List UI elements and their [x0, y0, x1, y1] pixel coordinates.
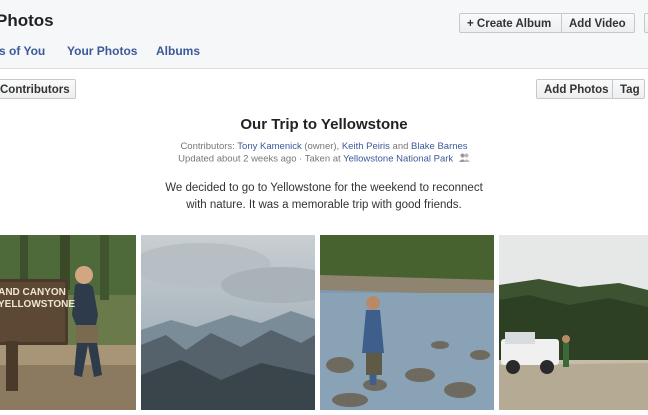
- more-button[interactable]: [644, 13, 648, 33]
- contributor-link[interactable]: Blake Barnes: [411, 141, 468, 152]
- add-photos-button[interactable]: Add Photos: [536, 79, 613, 99]
- create-album-button[interactable]: + Create Album: [459, 13, 562, 33]
- album-photo[interactable]: [141, 235, 315, 410]
- description-line: We decided to go to Yellowstone for the …: [165, 182, 483, 194]
- people-icon: [458, 153, 470, 165]
- album-photo[interactable]: AND CANYON YELLOWSTONE: [0, 235, 136, 410]
- description-line: with nature. It was a memorable trip wit…: [186, 199, 462, 211]
- contributors-button[interactable]: Contributors: [0, 79, 76, 99]
- location-link[interactable]: Yellowstone National Park: [343, 154, 453, 165]
- tab-your-photos[interactable]: Your Photos: [67, 44, 137, 58]
- tab-photos-of-you[interactable]: s of You: [0, 44, 45, 58]
- updated-text: Updated about 2 weeks ago · Taken at: [178, 153, 341, 165]
- album-description: We decided to go to Yellowstone for the …: [140, 180, 508, 214]
- photos-header: Photos + Create Album Add Video s of You…: [0, 0, 648, 69]
- album-updated: Updated about 2 weeks ago · Taken at Yel…: [0, 153, 648, 165]
- album-contributors: Contributors: Tony Kamenick (owner), Kei…: [0, 141, 648, 152]
- sign-line: AND CANYON: [0, 287, 66, 298]
- owner-note: (owner),: [304, 141, 340, 152]
- sign-line: YELLOWSTONE: [0, 299, 76, 310]
- album-photo[interactable]: [499, 235, 648, 410]
- contributor-link-owner[interactable]: Tony Kamenick: [237, 141, 301, 152]
- add-video-button[interactable]: Add Video: [562, 13, 635, 33]
- page-title: Photos: [0, 11, 54, 30]
- album-photo[interactable]: [320, 235, 494, 410]
- and-text: and: [392, 141, 409, 152]
- tag-button[interactable]: Tag: [613, 79, 645, 99]
- contributor-link[interactable]: Keith Peiris: [342, 141, 390, 152]
- album-title: Our Trip to Yellowstone: [240, 116, 408, 133]
- contributors-prefix: Contributors:: [180, 141, 235, 152]
- tab-albums[interactable]: Albums: [156, 44, 200, 58]
